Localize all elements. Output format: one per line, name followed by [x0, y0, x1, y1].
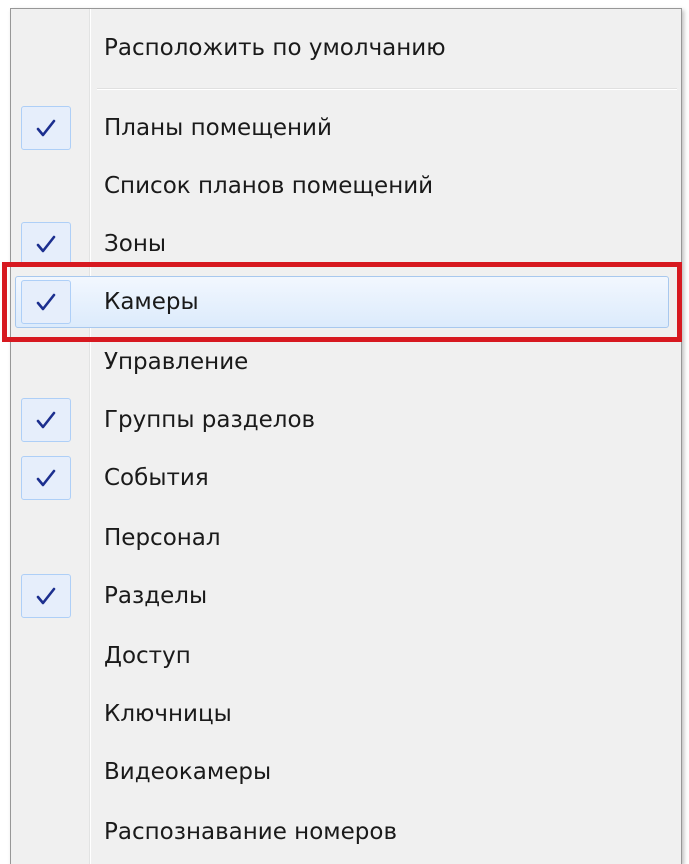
- menu-item-section-groups[interactable]: Группы разделов: [11, 391, 681, 449]
- checkmark-icon: [21, 398, 71, 442]
- menu-item-default-layout[interactable]: Расположить по умолчанию: [11, 19, 681, 77]
- menu-item-label: Камеры: [104, 289, 199, 315]
- checkmark-icon: [21, 106, 71, 150]
- menu-item-label: Доступ: [104, 643, 191, 669]
- menu-item-label: Ключницы: [104, 701, 232, 727]
- menu-item-control[interactable]: Управление: [11, 333, 681, 391]
- menu-item-video-cameras[interactable]: Видеокамеры: [11, 743, 681, 801]
- menu-item-floor-plan-list[interactable]: Список планов помещений: [11, 157, 681, 215]
- menu-item-label: Зоны: [104, 231, 167, 257]
- menu-item-zones[interactable]: Зоны: [11, 215, 681, 273]
- checkmark-icon: [21, 456, 71, 500]
- menu-item-label: Группы разделов: [104, 407, 316, 433]
- menu-item-label: Управление: [104, 349, 249, 375]
- menu-item-label: Список планов помещений: [104, 173, 434, 199]
- menu-separator: [97, 88, 677, 90]
- menu-item-label: События: [104, 465, 209, 491]
- checkmark-icon: [21, 222, 71, 266]
- menu-item-sections[interactable]: Разделы: [11, 567, 681, 625]
- context-menu: Расположить по умолчанию Планы помещений…: [10, 8, 682, 864]
- menu-item-floor-plans[interactable]: Планы помещений: [11, 99, 681, 157]
- menu-item-label: Планы помещений: [104, 115, 332, 141]
- menu-item-plate-recognition[interactable]: Распознавание номеров: [11, 803, 681, 861]
- menu-item-label: Разделы: [104, 583, 208, 609]
- menu-item-label: Расположить по умолчанию: [104, 35, 446, 61]
- menu-item-cameras[interactable]: Камеры: [11, 273, 681, 331]
- menu-item-personnel[interactable]: Персонал: [11, 509, 681, 567]
- menu-item-events[interactable]: События: [11, 449, 681, 507]
- checkmark-icon: [21, 574, 71, 618]
- checkmark-icon: [21, 280, 71, 324]
- menu-item-label: Персонал: [104, 525, 221, 551]
- menu-item-label: Распознавание номеров: [104, 819, 398, 845]
- menu-item-label: Видеокамеры: [104, 759, 272, 785]
- menu-item-key-cabinets[interactable]: Ключницы: [11, 685, 681, 743]
- menu-item-access[interactable]: Доступ: [11, 627, 681, 685]
